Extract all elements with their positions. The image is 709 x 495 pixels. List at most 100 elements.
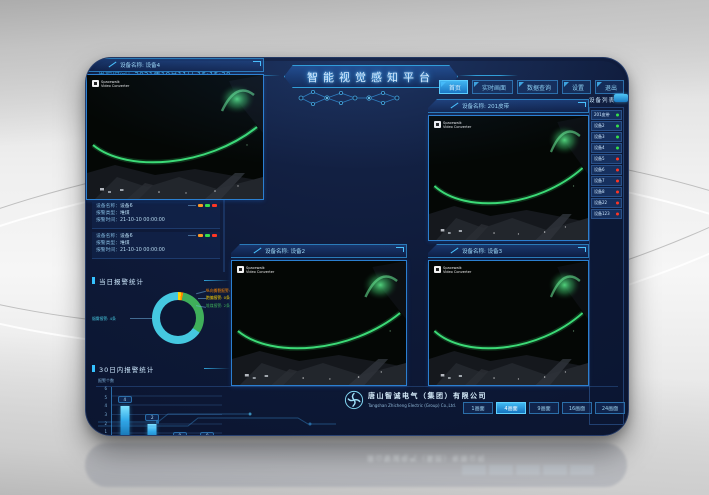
top-nav: 首页实时画面数据查询设置退出 <box>439 80 624 94</box>
video-panel-header: 设备名称: 设备4 <box>86 58 264 72</box>
device-name: 设备6 <box>592 167 605 173</box>
video-feed[interactable]: Spacewalk Video Converter <box>231 260 407 386</box>
video-panel-header: 设备名称: 设备2 <box>231 244 407 258</box>
screen-layout-buttons: 1画面4画面9画面16画面24画面 <box>463 402 625 414</box>
video-feed[interactable]: Spacewalk Video Converter <box>428 115 589 241</box>
page-title-frame: 智能视觉感知平台 <box>284 65 458 88</box>
nav-button[interactable]: 首页 <box>439 80 468 94</box>
network-graph-icon <box>296 88 408 108</box>
device-name: 设备5 <box>592 156 605 162</box>
video-panel: 设备名称: 设备4 <box>86 58 264 200</box>
alarm-status-leds <box>188 204 217 207</box>
alarm-list-item[interactable]: 设备名称：设备6 报警类型：堆煤 报警时间：21-10-10 00:00:00 <box>92 232 220 259</box>
alarm-type: 堆煤 <box>120 241 130 246</box>
alarm-status-leds <box>188 234 217 237</box>
alarm-time: 21-10-10 00:00:00 <box>120 248 165 253</box>
video-feed[interactable]: Spacewalk Video Converter <box>428 260 589 386</box>
alarm-type: 堆煤 <box>120 211 130 216</box>
video-panel-header: 设备名称: 设备3 <box>428 244 589 258</box>
alarm-device-name: 设备6 <box>120 234 133 239</box>
video-frame-image <box>429 116 588 240</box>
page-background: 当前时间：2021年10月11日 15:15:38 智能视觉感知平台 首页实时画… <box>0 0 709 495</box>
y-tick: 1 <box>104 430 107 434</box>
nav-button[interactable]: 数据查询 <box>517 80 558 94</box>
layout-button[interactable]: 16画面 <box>562 402 592 414</box>
bar-value-label: 0 <box>173 432 187 437</box>
device-list-item[interactable]: 201皮带 <box>591 110 622 120</box>
video-watermark: Spacewalk Video Converter <box>92 80 129 88</box>
layout-button[interactable]: 4画面 <box>496 402 526 414</box>
converter-logo-icon <box>434 121 441 128</box>
device-name: 设备7 <box>592 178 605 184</box>
device-list-panel: 设备列表 201皮带 设备2 设备3 <box>589 96 625 428</box>
video-device-name: 设备名称: 设备4 <box>86 61 160 69</box>
device-list-item[interactable]: 设备6 <box>591 165 622 175</box>
video-frame-image <box>429 261 588 385</box>
video-device-name: 设备名称: 设备2 <box>231 247 305 255</box>
video-panel: 设备名称: 设备2 <box>231 244 407 386</box>
header-divider <box>458 75 518 76</box>
device-list-item[interactable]: 设备3 <box>591 132 622 142</box>
device-status-dot <box>616 157 619 160</box>
device-status-dot <box>616 146 619 149</box>
video-device-name: 设备名称: 201皮带 <box>428 102 509 110</box>
device-list-item[interactable]: 设备2 <box>591 121 622 131</box>
device-name: 设备22 <box>592 200 607 206</box>
nav-button[interactable]: 实时画面 <box>472 80 513 94</box>
video-watermark: Spacewalk Video Converter <box>434 121 471 129</box>
daily-alarm-stats: 当日报警统计 纵向撕裂报警: 0条 跑偏报警: 0条 堆煤报警: 2条 烟雾报警… <box>92 276 226 362</box>
device-status-dot <box>616 201 619 204</box>
alarm-device-name: 设备6 <box>120 204 133 209</box>
device-name: 设备4 <box>592 145 605 151</box>
daily-stats-title: 当日报警统计 <box>92 276 226 286</box>
donut-label: 跑偏报警: 0条 <box>206 295 230 301</box>
alarm-time: 21-10-10 00:00:00 <box>120 218 165 223</box>
converter-logo-icon <box>434 266 441 273</box>
bar-value-label: 4 <box>118 396 132 403</box>
video-panel: 设备名称: 201皮带 <box>428 99 589 241</box>
layout-button[interactable]: 9画面 <box>529 402 559 414</box>
device-status-dot <box>616 212 619 215</box>
y-tick: 5 <box>104 396 107 400</box>
device-list-expand-button[interactable] <box>614 94 628 102</box>
device-status-dot <box>616 179 619 182</box>
device-list-item[interactable]: 设备8 <box>591 187 622 197</box>
device-status-dot <box>616 113 619 116</box>
dashboard-screen: 当前时间：2021年10月11日 15:15:38 智能视觉感知平台 首页实时画… <box>85 57 629 436</box>
device-status-dot <box>616 168 619 171</box>
video-frame-image <box>232 261 406 385</box>
device-status-dot <box>616 190 619 193</box>
nav-button[interactable]: 退出 <box>595 80 624 94</box>
video-panel: 设备名称: 设备3 <box>428 244 589 386</box>
video-watermark: Spacewalk Video Converter <box>434 266 471 274</box>
video-watermark: Spacewalk Video Converter <box>237 266 274 274</box>
device-name: 设备3 <box>592 134 605 140</box>
alarm-list-item[interactable]: 设备名称：设备6 报警类型：堆煤 报警时间：21-10-10 00:00:00 <box>92 202 220 229</box>
y-tick: 6 <box>104 387 107 391</box>
device-list-item[interactable]: 设备7 <box>591 176 622 186</box>
footer-divider <box>96 386 618 387</box>
device-status-dot <box>616 124 619 127</box>
layout-button[interactable]: 24画面 <box>595 402 625 414</box>
layout-button[interactable]: 1画面 <box>463 402 493 414</box>
device-name: 201皮带 <box>592 112 610 118</box>
device-list-item[interactable]: 设备5 <box>591 154 622 164</box>
device-name: 设备123 <box>592 211 610 217</box>
device-list-item[interactable]: 设备4 <box>591 143 622 153</box>
donut-label: 烟雾报警: 4条 <box>92 316 116 322</box>
device-list-item[interactable]: 设备123 <box>591 209 622 219</box>
video-frame-image <box>87 75 263 199</box>
device-name: 设备8 <box>592 189 605 195</box>
device-list: 201皮带 设备2 设备3 设备4 <box>589 107 624 425</box>
bar-value-label: 0 <box>200 432 214 437</box>
device-list-item[interactable]: 设备22 <box>591 198 622 208</box>
device-name: 设备2 <box>592 123 605 129</box>
video-feed[interactable]: Spacewalk Video Converter <box>86 74 264 200</box>
video-panel-header: 设备名称: 201皮带 <box>428 99 589 113</box>
donut-label: 堆煤报警: 2条 <box>206 303 230 309</box>
nav-button[interactable]: 设置 <box>562 80 591 94</box>
converter-logo-icon <box>237 266 244 273</box>
company-logo-icon <box>344 390 364 410</box>
device-status-dot <box>616 135 619 138</box>
converter-logo-icon <box>92 80 99 87</box>
